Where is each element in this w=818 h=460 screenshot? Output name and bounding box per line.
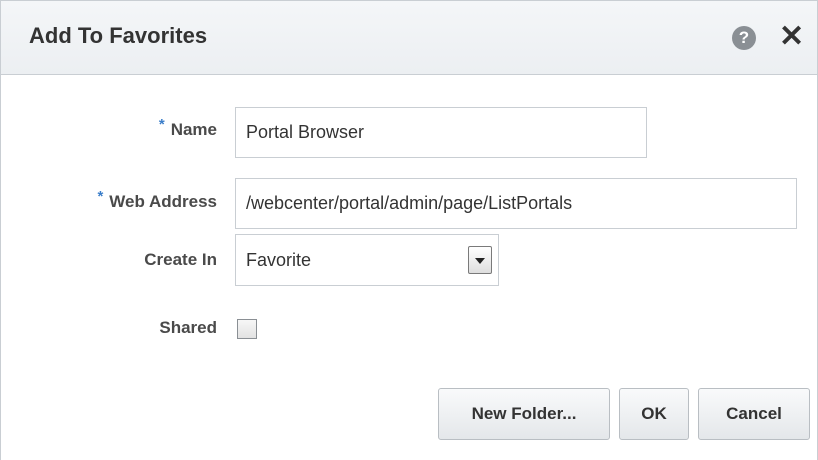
shared-checkbox[interactable]	[237, 319, 257, 339]
chevron-down-icon[interactable]	[468, 246, 492, 274]
name-label-text: Name	[170, 120, 217, 139]
close-icon[interactable]: ✕	[779, 19, 804, 55]
dialog-header: Add To Favorites ? ✕	[1, 0, 817, 75]
name-field[interactable]: Portal Browser	[235, 107, 647, 158]
new-folder-button[interactable]: New Folder...	[438, 388, 610, 440]
shared-label: Shared	[159, 318, 217, 337]
create-in-value: Favorite	[246, 250, 312, 270]
add-to-favorites-dialog: Add To Favorites ? ✕ * Name Portal Browse…	[0, 0, 818, 460]
dialog-title: Add To Favorites	[29, 23, 208, 48]
cancel-button[interactable]: Cancel	[698, 388, 810, 440]
name-label: * Name	[159, 116, 217, 140]
help-icon[interactable]: ?	[732, 26, 756, 50]
ok-button[interactable]: OK	[619, 388, 689, 440]
web-address-label: * Web Address	[97, 188, 217, 212]
required-marker: *	[97, 188, 104, 205]
web-address-field[interactable]: /webcenter/portal/admin/page/ListPortals	[235, 178, 797, 229]
create-in-label: Create In	[144, 250, 217, 269]
create-in-select[interactable]: Favorite	[235, 234, 499, 286]
required-marker: *	[158, 116, 165, 133]
web-address-label-text: Web Address	[109, 192, 217, 211]
